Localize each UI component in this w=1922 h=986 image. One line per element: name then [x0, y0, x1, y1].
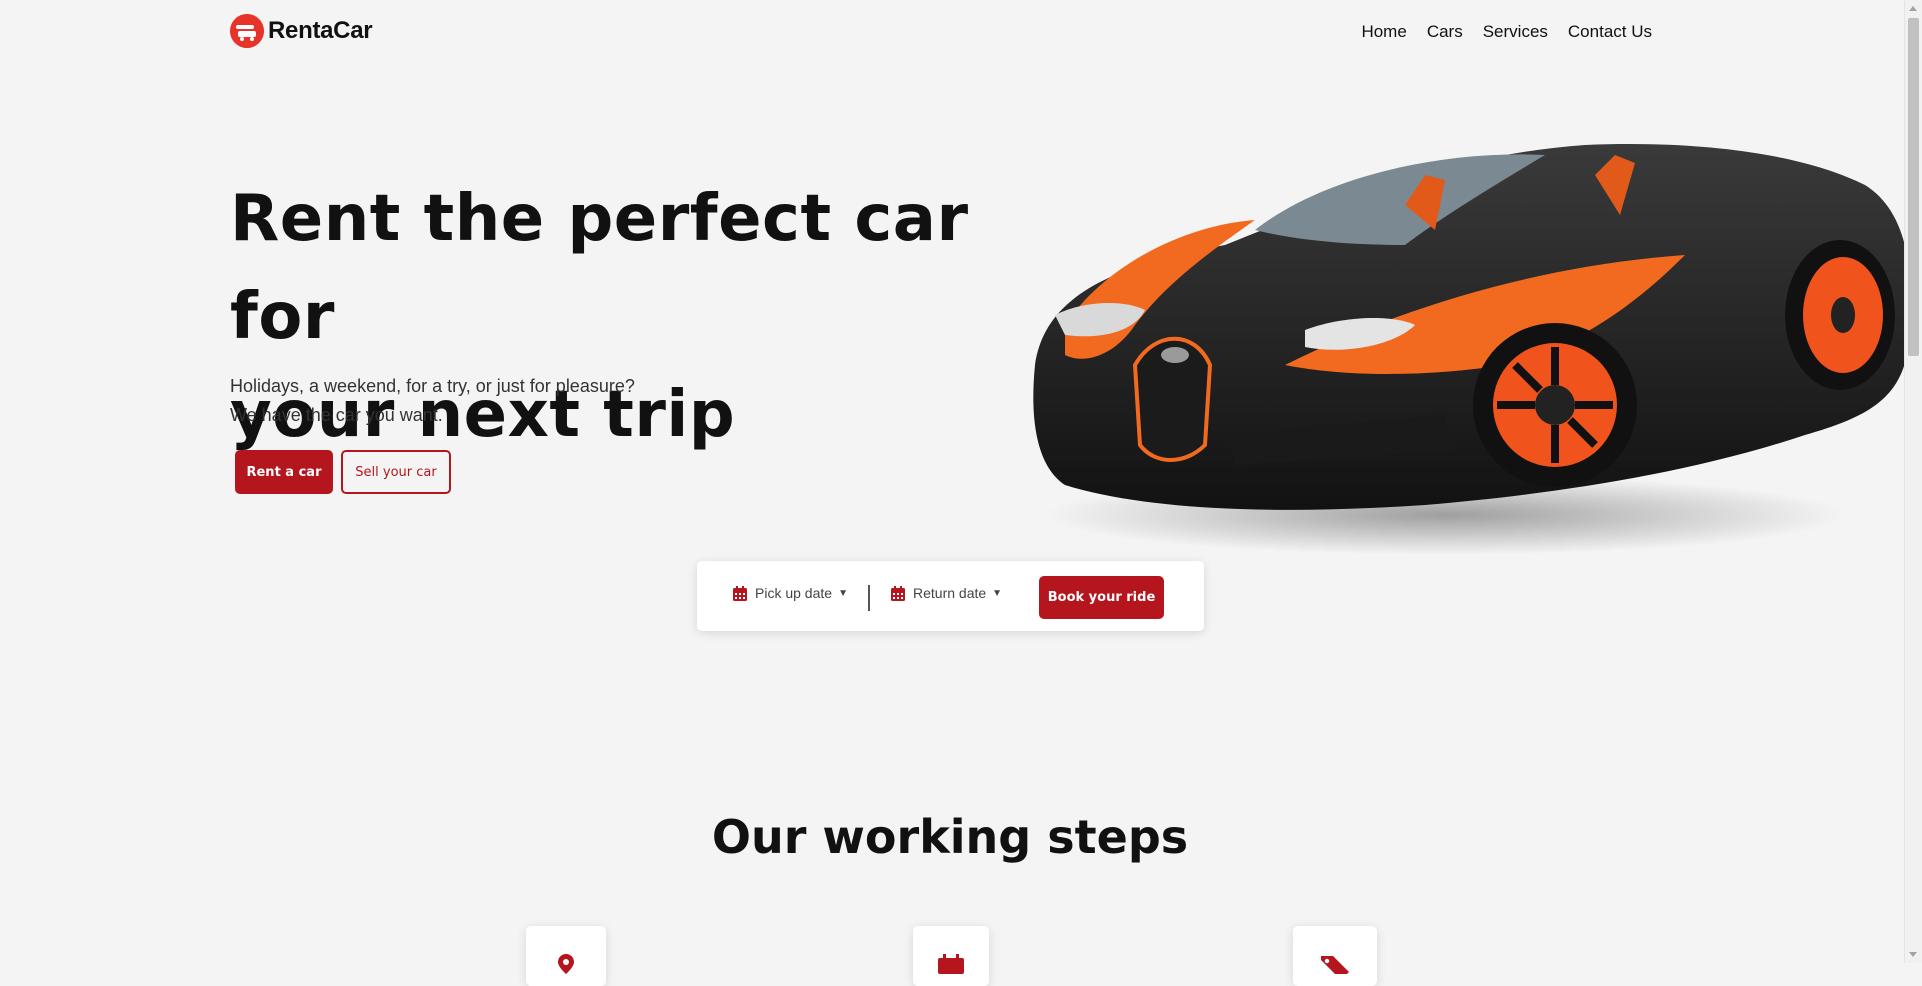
- location-pin-icon: [558, 954, 574, 974]
- caret-down-icon: ▼: [992, 587, 1003, 599]
- return-date-dropdown[interactable]: Return date ▼: [891, 585, 1002, 601]
- step-card-tag: [1293, 926, 1377, 986]
- step-card-calendar: [913, 926, 989, 986]
- sell-your-car-button[interactable]: Sell your car: [341, 450, 451, 494]
- hero-subtitle: Holidays, a weekend, for a try, or just …: [230, 372, 635, 430]
- pickup-date-label: Pick up date: [755, 585, 833, 601]
- caret-down-icon: ▼: [838, 587, 848, 599]
- calendar-icon: [891, 585, 905, 601]
- book-your-ride-button[interactable]: Book your ride: [1039, 576, 1164, 619]
- brand-name: RentaCar: [268, 17, 373, 44]
- calendar-icon: [733, 585, 747, 601]
- booking-divider: [868, 585, 870, 611]
- step-card-location: [526, 926, 606, 986]
- brand-logo[interactable]: RentaCar: [230, 14, 373, 48]
- calendar-icon: [938, 954, 964, 974]
- main-nav: Home Cars Services Contact Us: [1361, 22, 1652, 42]
- page-scrollbar[interactable]: [1904, 0, 1922, 963]
- tag-icon: [1321, 956, 1349, 974]
- booking-bar: Pick up date ▼ Return date ▼ Book your r…: [697, 561, 1204, 631]
- car-logo-icon: [230, 14, 264, 48]
- hero-subtitle-line2: We have the car you want.: [230, 405, 443, 425]
- hero-title-line1: Rent the perfect car for: [230, 182, 969, 354]
- return-date-label: Return date: [913, 585, 987, 601]
- nav-contact-us[interactable]: Contact Us: [1568, 22, 1652, 42]
- section-title: Our working steps: [711, 810, 1189, 864]
- nav-cars[interactable]: Cars: [1427, 22, 1463, 42]
- pickup-date-dropdown[interactable]: Pick up date ▼: [733, 585, 848, 601]
- scroll-up-arrow-icon[interactable]: [1909, 6, 1917, 11]
- rent-a-car-button[interactable]: Rent a car: [235, 450, 333, 494]
- scroll-down-arrow-icon[interactable]: [1909, 952, 1917, 957]
- scroll-thumb[interactable]: [1908, 18, 1919, 356]
- nav-home[interactable]: Home: [1361, 22, 1406, 42]
- hero-subtitle-line1: Holidays, a weekend, for a try, or just …: [230, 376, 635, 396]
- sports-car-image: [1033, 144, 1912, 555]
- nav-services[interactable]: Services: [1483, 22, 1548, 42]
